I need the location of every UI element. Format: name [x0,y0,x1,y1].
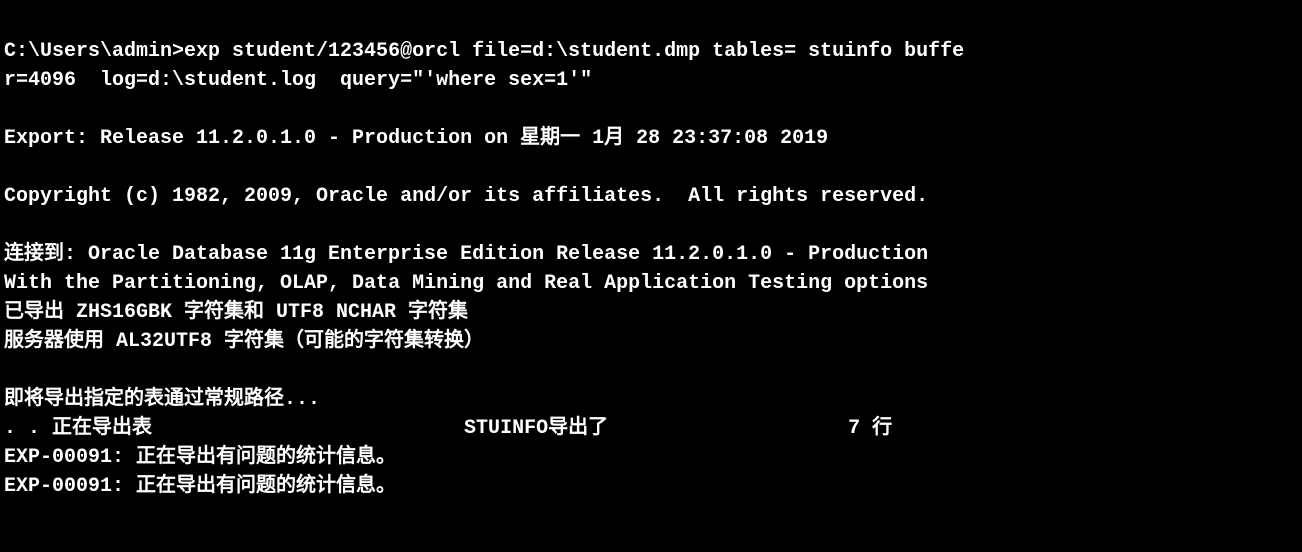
terminal-line-10: 已导出 ZHS16GBK 字符集和 UTF8 NCHAR 字符集 [4,301,468,324]
terminal-line-8: 连接到: Oracle Database 11g Enterprise Edit… [4,243,928,266]
terminal-line-4: Export: Release 11.2.0.1.0 - Production … [4,127,828,150]
terminal-line-13: 即将导出指定的表通过常规路径... [4,388,320,411]
terminal-line-14: . . 正在导出表 STUINFO导出了 7 行 [4,417,892,440]
terminal-line-1: C:\Users\admin>exp student/123456@orcl f… [4,40,964,63]
terminal-line-6: Copyright (c) 1982, 2009, Oracle and/or … [4,185,928,208]
terminal-line-11: 服务器使用 AL32UTF8 字符集（可能的字符集转换） [4,330,484,353]
terminal-window: C:\Users\admin>exp student/123456@orcl f… [0,0,1302,552]
terminal-line-16: EXP-00091: 正在导出有问题的统计信息。 [4,475,396,498]
terminal-line-9: With the Partitioning, OLAP, Data Mining… [4,272,928,295]
terminal-line-15: EXP-00091: 正在导出有问题的统计信息。 [4,446,396,469]
terminal-line-2: r=4096 log=d:\student.log query="'where … [4,69,592,92]
